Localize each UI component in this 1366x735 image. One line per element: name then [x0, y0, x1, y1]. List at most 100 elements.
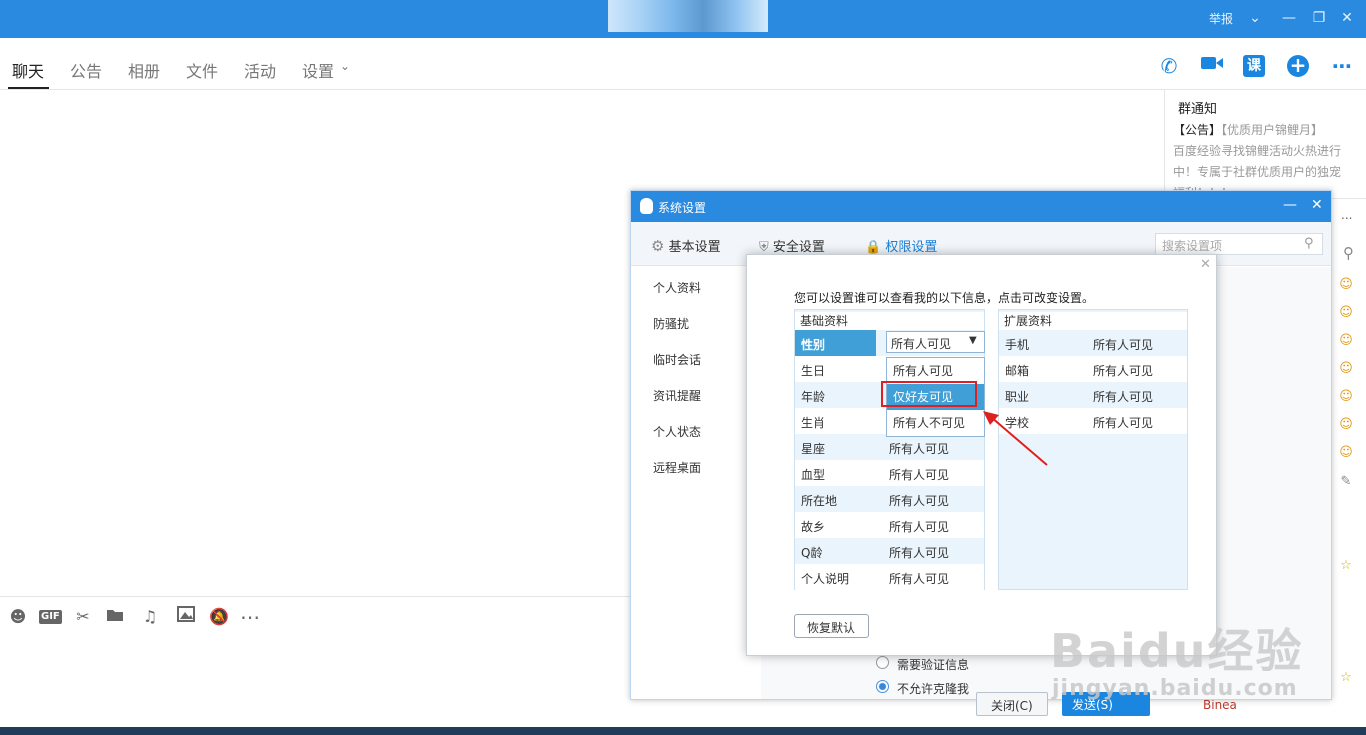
basic-info-label: Q龄 [801, 546, 823, 560]
member-avatar-icon[interactable]: ☺ [1338, 445, 1354, 461]
basic-info-label: 生肖 [801, 416, 826, 430]
sidebar-item-remote-desktop[interactable]: 远程桌面 [653, 459, 701, 476]
music-icon[interactable]: ♫ [139, 606, 161, 628]
more-icon[interactable]: ⋯ [239, 606, 261, 628]
extended-info-visibility[interactable]: 所有人可见 [1093, 362, 1153, 379]
close-icon[interactable]: ✕ [1311, 197, 1323, 213]
tab-chat[interactable]: 聊天 [12, 58, 44, 82]
search-icon[interactable]: ⚲ [1343, 244, 1354, 262]
basic-info-visibility[interactable]: 所有人可见 [889, 466, 949, 483]
extended-info-visibility[interactable]: 所有人可见 [1093, 336, 1153, 353]
close-icon[interactable]: ✕ [1200, 257, 1211, 272]
report-link[interactable]: 举报 [1209, 10, 1233, 27]
gif-icon[interactable]: GIF [39, 606, 62, 628]
radio-need-verify[interactable] [876, 656, 889, 669]
scissors-icon[interactable]: ✂ [72, 606, 94, 628]
baidu-jingyan-watermark: Baidu经验 [1050, 624, 1304, 678]
announcement-line[interactable]: 百度经验寻找锦鲤活动火热进行 [1173, 142, 1341, 159]
basic-info-visibility[interactable]: 所有人可见 [889, 492, 949, 509]
member-list-more[interactable]: ... [1341, 208, 1352, 222]
member-avatar-icon[interactable]: ☺ [1338, 417, 1354, 433]
member-avatar-icon[interactable]: ☺ [1338, 361, 1354, 377]
close-icon[interactable]: ✕ [1338, 9, 1356, 27]
extended-info-row[interactable]: 手机 所有人可见 [999, 330, 1187, 356]
announcement-line[interactable]: 中！专属于社群优质用户的独宠 [1173, 163, 1341, 180]
member-avatar-icon[interactable]: ☺ [1338, 389, 1354, 405]
active-tab-indicator [8, 87, 49, 89]
more-icon[interactable]: ⋯ [1329, 53, 1355, 79]
tab-settings[interactable]: 设置 [302, 58, 334, 82]
basic-info-label: 个人说明 [801, 572, 850, 586]
image-icon[interactable] [175, 606, 197, 628]
window-title-bar: 举报 ⌄ — ❐ ✕ [0, 0, 1366, 38]
basic-info-row[interactable]: 星座 所有人可见 [795, 434, 984, 460]
group-nav: 聊天 公告 相册 文件 活动 设置 ⌄ ✆ 课 + ⋯ [0, 38, 1366, 90]
basic-info-row[interactable]: 个人说明 所有人可见 [795, 564, 984, 590]
minimize-icon[interactable]: — [1283, 197, 1297, 213]
mute-bell-icon[interactable]: 🔕 [208, 606, 230, 628]
basic-info-row[interactable]: 故乡 所有人可见 [795, 512, 984, 538]
video-icon[interactable] [1199, 53, 1225, 79]
tab-album[interactable]: 相册 [128, 58, 160, 82]
basic-info-visibility[interactable]: 所有人可见 [889, 544, 949, 561]
tab-basic-settings[interactable]: ⚙ 基本设置 [651, 236, 721, 255]
extended-info-label: 手机 [1005, 338, 1030, 352]
close-button[interactable]: 关闭(C) [976, 692, 1048, 716]
basic-info-label: 星座 [801, 442, 826, 456]
folder-icon[interactable] [104, 606, 126, 628]
extended-info-visibility[interactable]: 所有人可见 [1093, 414, 1153, 431]
radio-no-clone[interactable] [876, 680, 889, 693]
basic-info-visibility[interactable]: 所有人可见 [889, 570, 949, 587]
sidebar-item-news[interactable]: 资讯提醒 [653, 387, 701, 404]
chevron-down-icon[interactable]: ⌄ [340, 59, 350, 73]
basic-info-label: 年龄 [801, 390, 826, 404]
basic-info-row[interactable]: 血型 所有人可见 [795, 460, 984, 486]
penguin-icon [640, 198, 653, 214]
member-avatar-icon[interactable]: ☺ [1338, 305, 1354, 321]
announcement-line[interactable]: 【优质用户锦鲤月】 [1221, 123, 1323, 137]
tab-files[interactable]: 文件 [186, 58, 218, 82]
extended-info-row[interactable]: 邮箱 所有人可见 [999, 356, 1187, 382]
option-label: 不允许克隆我 [897, 682, 970, 696]
extended-info-visibility[interactable]: 所有人可见 [1093, 388, 1153, 405]
basic-info-row[interactable]: 所在地 所有人可见 [795, 486, 984, 512]
tab-permission-settings[interactable]: 🔒 权限设置 [865, 236, 937, 255]
tab-activity[interactable]: 活动 [244, 58, 276, 82]
minimize-icon[interactable]: — [1280, 9, 1298, 27]
emoji-icon[interactable]: ☻ [7, 606, 29, 628]
basic-info-visibility[interactable]: 所有人可见 [889, 440, 949, 457]
system-settings-title-bar: 系统设置 — ✕ [631, 191, 1331, 222]
sidebar-item-anti-harass[interactable]: 防骚扰 [653, 315, 689, 332]
basic-info-row[interactable]: Q龄 所有人可见 [795, 538, 984, 564]
star-icon[interactable]: ☆ [1338, 558, 1354, 574]
phone-icon[interactable]: ✆ [1156, 53, 1182, 79]
dropdown-arrow-icon[interactable]: ▼ [969, 335, 977, 346]
course-icon[interactable]: 课 [1243, 55, 1265, 77]
gender-visibility-select[interactable]: 所有人可见 ▼ [886, 331, 985, 353]
extended-info-header: 扩展资料 [999, 312, 1187, 330]
member-avatar-icon[interactable]: ☺ [1338, 277, 1354, 293]
settings-search-input[interactable]: 搜索设置项 ⚲ [1155, 233, 1323, 255]
shield-icon: ⛨ [759, 240, 769, 255]
sidebar-item-temp-chat[interactable]: 临时会话 [653, 351, 701, 368]
extended-info-label: 邮箱 [1005, 364, 1030, 378]
search-icon[interactable]: ⚲ [1304, 236, 1314, 251]
member-avatar-icon[interactable]: ☺ [1338, 333, 1354, 349]
chevron-down-icon[interactable]: ⌄ [1246, 9, 1264, 27]
option-nobody[interactable]: 所有人不可见 [887, 410, 984, 436]
add-icon[interactable]: + [1287, 55, 1309, 77]
basic-info-visibility[interactable]: 所有人可见 [889, 518, 949, 535]
restore-icon[interactable]: ❐ [1310, 9, 1328, 27]
sidebar-item-profile[interactable]: 个人资料 [653, 279, 701, 296]
os-taskbar [0, 727, 1366, 735]
option-label: 需要验证信息 [897, 658, 970, 672]
sidebar-item-status[interactable]: 个人状态 [653, 423, 701, 440]
restore-default-button[interactable]: 恢复默认 [794, 614, 869, 638]
basic-info-header: 基础资料 [795, 312, 984, 330]
basic-info-row[interactable]: 性别 [795, 330, 876, 356]
edit-icon[interactable]: ✎ [1338, 474, 1354, 490]
tab-security-settings[interactable]: ⛨ 安全设置 [759, 236, 825, 255]
announcement-tag: 【公告】 [1173, 123, 1222, 137]
tab-announcement[interactable]: 公告 [70, 58, 102, 82]
star-icon[interactable]: ☆ [1338, 670, 1354, 686]
